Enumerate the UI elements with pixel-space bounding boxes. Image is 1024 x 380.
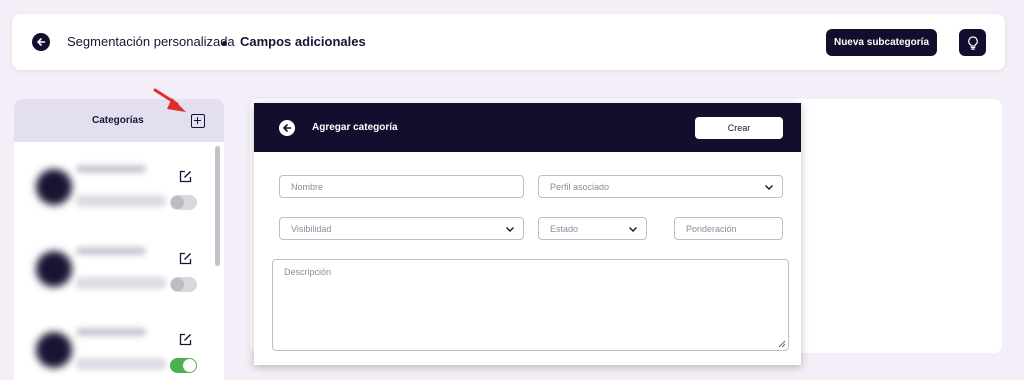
edit-icon[interactable] (179, 170, 192, 183)
annotation-arrow-icon (153, 88, 186, 112)
nombre-input[interactable]: Nombre (279, 175, 524, 198)
ponderacion-input[interactable]: Ponderación (674, 217, 783, 240)
modal-title: Agregar categoría (312, 122, 398, 133)
category-detail-blurred (76, 195, 166, 207)
lightbulb-button[interactable] (959, 29, 986, 56)
category-item[interactable] (14, 237, 214, 317)
breadcrumb-separator (222, 41, 227, 46)
estado-select[interactable]: Estado (538, 217, 647, 240)
perfil-placeholder: Perfil asociado (550, 182, 610, 192)
add-category-icon[interactable] (191, 114, 205, 128)
edit-icon[interactable] (179, 252, 192, 265)
nombre-placeholder: Nombre (291, 182, 324, 192)
toggle-knob (183, 359, 196, 372)
visibilidad-placeholder: Visibilidad (291, 224, 332, 234)
avatar (36, 251, 72, 287)
category-name-blurred (76, 328, 146, 336)
perfil-asociado-select[interactable]: Perfil asociado (538, 175, 783, 198)
chevron-down-icon (629, 227, 637, 232)
chevron-down-icon (765, 185, 773, 190)
categories-sidebar: Categorías (14, 99, 224, 380)
add-category-modal: Agregar categoría Crear Nombre Perfil as… (254, 103, 801, 365)
category-status-toggle[interactable] (170, 358, 197, 373)
edit-icon[interactable] (179, 333, 192, 346)
descripcion-textarea[interactable]: Descripción (272, 259, 789, 351)
new-subcategory-button[interactable]: Nueva subcategoría (826, 29, 937, 56)
resize-handle-icon[interactable] (778, 340, 786, 348)
modal-header: Agregar categoría Crear (254, 103, 801, 152)
sidebar-title: Categorías (92, 115, 144, 126)
back-arrow-icon[interactable] (279, 120, 295, 136)
avatar (36, 332, 72, 368)
top-bar: Segmentación personalizada Campos adicio… (12, 14, 1005, 70)
estado-placeholder: Estado (550, 224, 579, 234)
toggle-knob (171, 196, 184, 209)
visibilidad-select[interactable]: Visibilidad (279, 217, 524, 240)
create-button[interactable]: Crear (695, 117, 783, 139)
breadcrumb-campos-adicionales: Campos adicionales (240, 34, 366, 49)
category-status-toggle[interactable] (170, 277, 197, 292)
category-name-blurred (76, 247, 146, 255)
avatar (36, 169, 72, 205)
chevron-down-icon (506, 227, 514, 232)
descripcion-placeholder: Descripción (284, 267, 332, 277)
category-item[interactable] (14, 155, 214, 235)
sidebar-scrollbar[interactable] (215, 146, 220, 266)
ponderacion-placeholder: Ponderación (686, 224, 737, 234)
category-detail-blurred (76, 277, 166, 289)
category-item[interactable] (14, 318, 214, 380)
category-name-blurred (76, 165, 146, 173)
category-detail-blurred (76, 358, 166, 370)
breadcrumb-segmentacion[interactable]: Segmentación personalizada (67, 34, 235, 49)
back-arrow-icon[interactable] (32, 33, 50, 51)
sidebar-header: Categorías (14, 99, 224, 142)
category-status-toggle[interactable] (170, 195, 197, 210)
toggle-knob (171, 278, 184, 291)
lightbulb-icon (967, 35, 978, 50)
